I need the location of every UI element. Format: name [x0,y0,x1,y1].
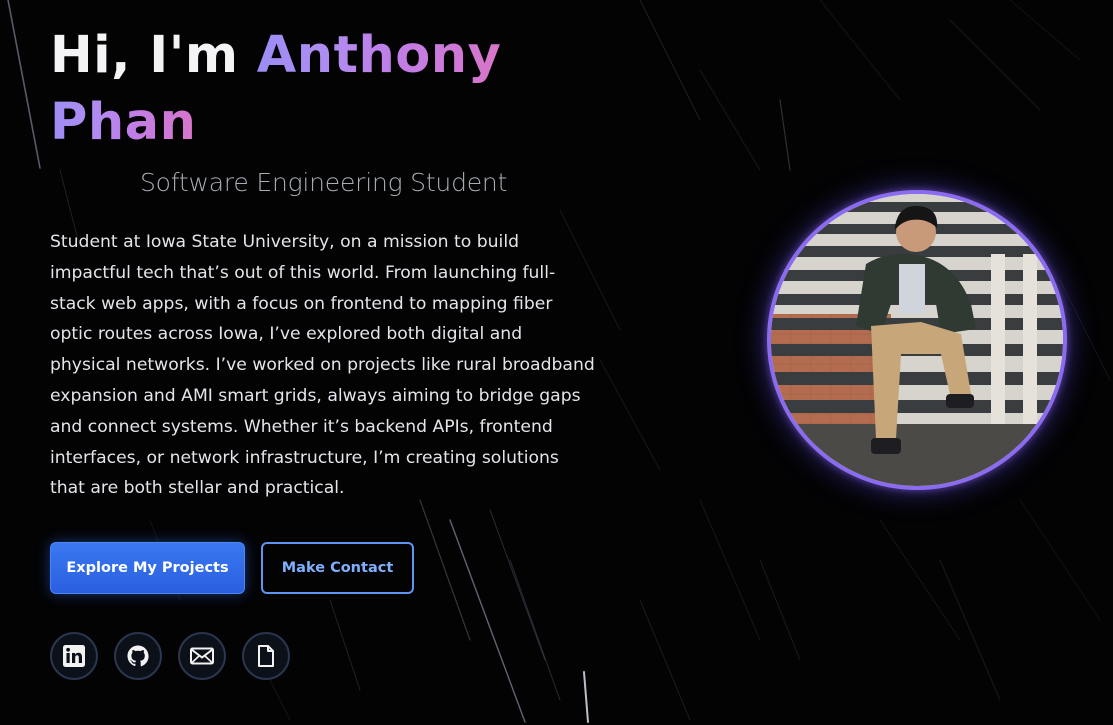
name-first: Anthony [256,26,502,85]
email-link[interactable] [178,632,226,680]
resume-link[interactable] [242,632,290,680]
linkedin-icon [63,645,85,667]
greeting-text: Hi, I'm [50,26,239,85]
make-contact-button[interactable]: Make Contact [261,542,414,594]
github-link[interactable] [114,632,162,680]
social-links [50,632,290,680]
file-icon [258,645,274,667]
linkedin-link[interactable] [50,632,98,680]
explore-projects-button[interactable]: Explore My Projects [50,542,245,594]
name-last: Phan [50,93,197,152]
hero-subtitle: Software Engineering Student [140,168,508,197]
hero-bio: Student at Iowa State University, on a m… [50,232,595,499]
hero-headline: Hi, I'm Anthony Phan [50,22,610,156]
hero-section: Hi, I'm Anthony Phan Software Engineerin… [0,0,1113,725]
github-icon [127,645,149,667]
profile-photo-illustration [771,194,1063,486]
profile-photo [767,190,1067,490]
mail-icon [190,647,214,665]
